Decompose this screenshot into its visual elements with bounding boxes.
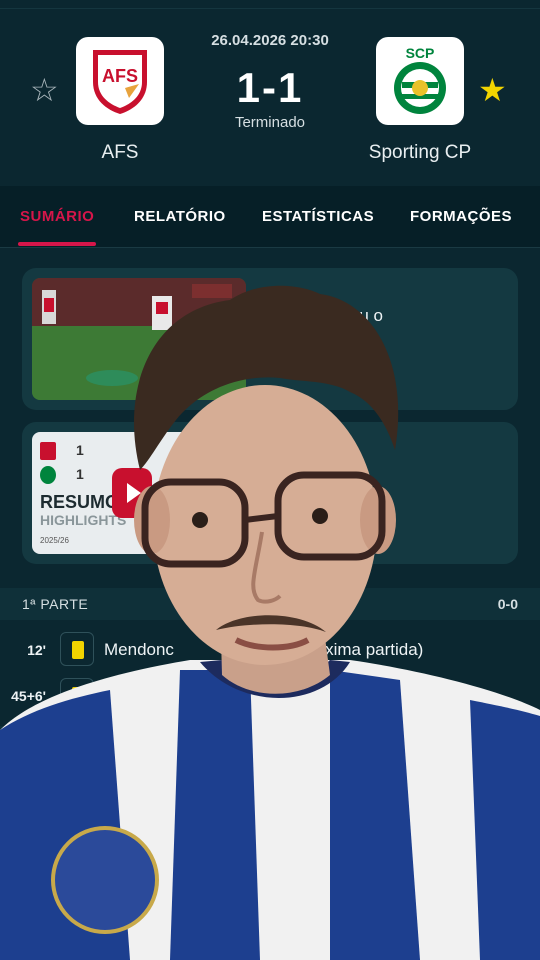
away-team-name[interactable]: Sporting CP xyxy=(350,142,490,164)
svg-text:AFS: AFS xyxy=(102,66,138,86)
top-divider xyxy=(0,8,540,9)
tab-formacoes[interactable]: FORMAÇÕES xyxy=(410,208,512,225)
match-header: ☆ AFS AFS 26.04.2026 20:30 1-1 Terminado… xyxy=(0,10,540,186)
svg-text:SCP: SCP xyxy=(406,45,435,61)
sporting-crest-icon: SCP xyxy=(394,45,446,114)
tab-sumario[interactable]: SUMÁRIO xyxy=(20,208,94,225)
tab-relatorio[interactable]: RELATÓRIO xyxy=(134,208,226,225)
match-datetime: 26.04.2026 20:30 xyxy=(211,32,329,49)
presenter-overlay xyxy=(0,285,540,960)
match-status: Terminado xyxy=(234,114,306,131)
tab-estatisticas[interactable]: ESTATÍSTICAS xyxy=(262,208,374,225)
favorite-star-icon-home[interactable]: ☆ xyxy=(30,74,59,106)
home-team-logo[interactable]: AFS xyxy=(76,37,164,125)
away-team-logo[interactable]: SCP xyxy=(376,37,464,125)
active-tab-indicator xyxy=(18,242,96,246)
match-tabs: SUMÁRIO RELATÓRIO ESTATÍSTICAS FORMAÇÕES xyxy=(0,186,540,248)
match-score: 1-1 xyxy=(236,64,304,111)
home-team-name[interactable]: AFS xyxy=(60,142,180,164)
favorite-star-icon-away[interactable]: ★ xyxy=(478,74,507,106)
afs-crest-icon: AFS xyxy=(93,50,147,114)
